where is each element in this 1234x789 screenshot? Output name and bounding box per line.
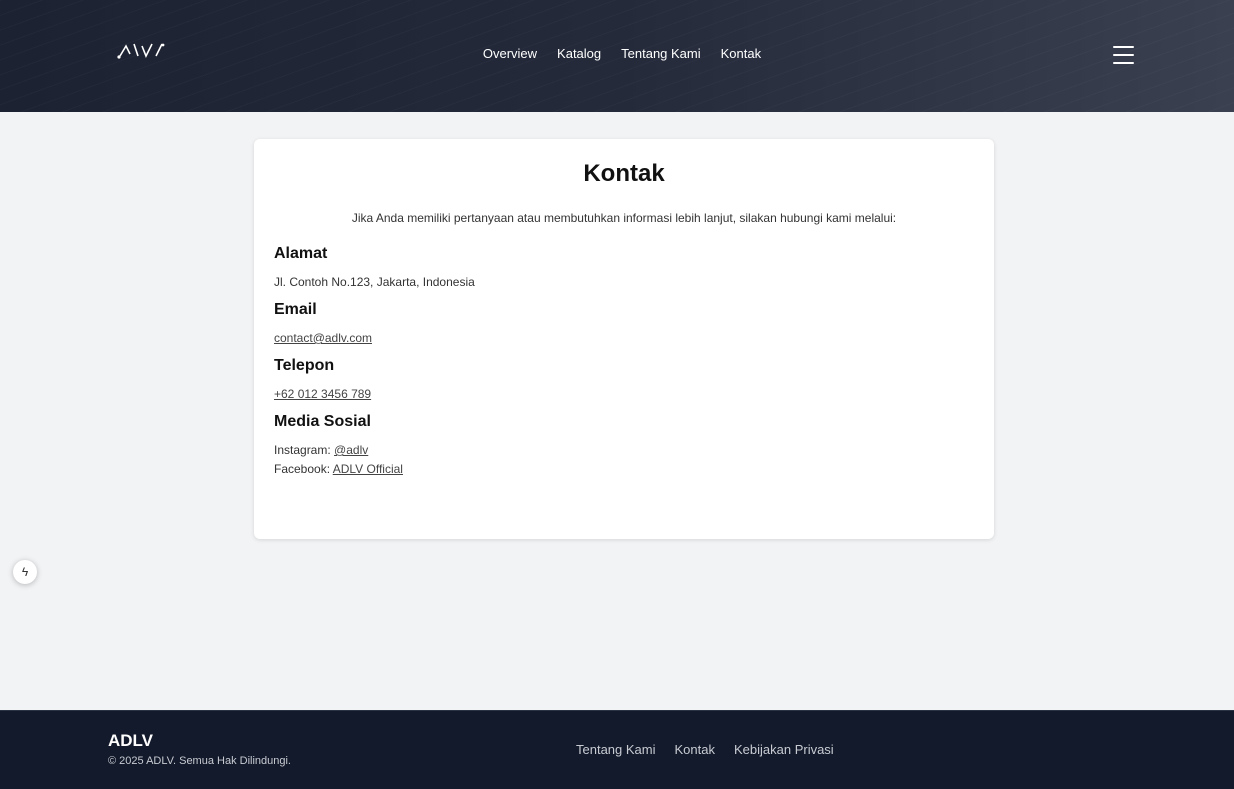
address-section: Alamat Jl. Contoh No.123, Jakarta, Indon…: [274, 244, 974, 292]
hamburger-menu-icon[interactable]: [1113, 46, 1134, 64]
page-title: Kontak: [583, 160, 665, 187]
nav-katalog[interactable]: Katalog: [557, 46, 601, 61]
footer-link-kontak[interactable]: Kontak: [675, 742, 715, 757]
footer-brand: ADLV: [108, 731, 154, 750]
contact-card: Kontak Jika Anda memiliki pertanyaan ata…: [254, 139, 994, 539]
instagram-row: Instagram: @adlv: [274, 440, 974, 460]
instagram-link[interactable]: @adlv: [334, 443, 368, 457]
footer-link-kebijakan-privasi[interactable]: Kebijakan Privasi: [734, 742, 834, 757]
nav-overview[interactable]: Overview: [483, 46, 537, 61]
address-heading: Alamat: [274, 245, 328, 262]
footer-copyright: © 2025 ADLV. Semua Hak Dilindungi.: [108, 755, 291, 767]
social-heading: Media Sosial: [274, 413, 371, 430]
instagram-label: Instagram:: [274, 443, 331, 457]
site-footer: ADLV © 2025 ADLV. Semua Hak Dilindungi. …: [0, 710, 1234, 789]
email-section: Email contact@adlv.com: [274, 300, 974, 348]
social-section: Media Sosial Instagram: @adlv Facebook: …: [274, 412, 974, 479]
contact-intro: Jika Anda memiliki pertanyaan atau membu…: [351, 211, 897, 225]
site-header: Overview Katalog Tentang Kami Kontak: [0, 0, 1234, 112]
bolt-icon[interactable]: ϟ: [13, 560, 37, 584]
facebook-link[interactable]: ADLV Official: [333, 462, 403, 476]
bolt-glyph: ϟ: [21, 565, 29, 579]
nav-tentang-kami[interactable]: Tentang Kami: [621, 46, 701, 61]
facebook-row: Facebook: ADLV Official: [274, 459, 974, 479]
phone-heading: Telepon: [274, 357, 335, 374]
phone-link[interactable]: +62 012 3456 789: [274, 387, 371, 401]
main-nav: Overview Katalog Tentang Kami Kontak: [0, 46, 1234, 61]
footer-links: Tentang Kami Kontak Kebijakan Privasi: [576, 742, 834, 757]
phone-section: Telepon +62 012 3456 789: [274, 356, 974, 404]
footer-link-tentang-kami[interactable]: Tentang Kami: [576, 742, 656, 757]
email-heading: Email: [274, 301, 317, 318]
nav-kontak[interactable]: Kontak: [721, 46, 761, 61]
email-link[interactable]: contact@adlv.com: [274, 331, 372, 345]
address-text: Jl. Contoh No.123, Jakarta, Indonesia: [274, 275, 475, 289]
facebook-label: Facebook:: [274, 462, 331, 476]
